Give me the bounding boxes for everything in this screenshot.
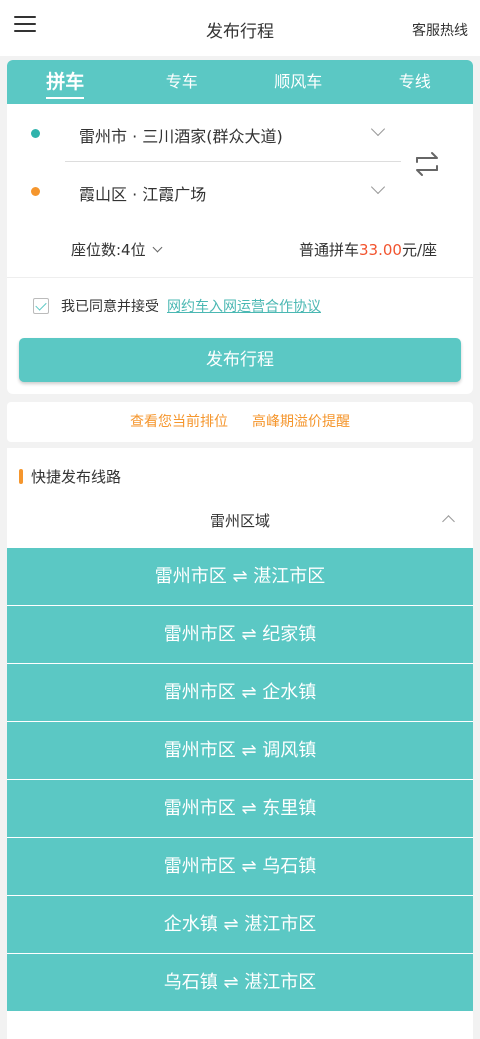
price-prefix: 普通拼车 [298,241,359,259]
top-header: 发布行程 客服热线 [0,0,480,56]
agreement-checkbox[interactable] [33,298,49,314]
tab-carpool[interactable]: 拼车 [7,60,124,104]
quick-route-item[interactable]: 雷州市区 ⇌ 调风镇 [7,722,473,780]
ride-type-tabs: 拼车 专车 顺风车 专线 [7,60,473,104]
quick-route-item[interactable]: 雷州市区 ⇌ 乌石镇 [7,838,473,896]
quick-route-item[interactable]: 雷州市区 ⇌ 企水镇 [7,664,473,722]
price-amount: 33.00 [358,241,402,259]
seat-count-selector[interactable]: 座位数:4位 [71,239,163,260]
tab-dedicated-line[interactable]: 专线 [357,60,474,104]
quick-route-item[interactable]: 企水镇 ⇌ 湛江市区 [7,896,473,954]
region-selector[interactable]: 雷州区域 [7,510,473,531]
heading-accent-bar [19,469,23,484]
quick-route-item[interactable]: 雷州市区 ⇌ 东里镇 [7,780,473,838]
quick-routes-list: 雷州市区 ⇌ 湛江市区 雷州市区 ⇌ 纪家镇 雷州市区 ⇌ 企水镇 雷州市区 ⇌… [7,548,473,1012]
quick-route-item[interactable]: 乌石镇 ⇌ 湛江市区 [7,954,473,1012]
current-rank-link[interactable]: 查看您当前排位 [130,414,228,430]
quick-route-item[interactable]: 雷州市区 ⇌ 湛江市区 [7,548,473,606]
peak-surcharge-link[interactable]: 高峰期溢价提醒 [252,414,350,430]
route-divider [65,161,401,162]
chevron-down-icon [152,242,163,253]
notice-bar: 查看您当前排位 高峰期溢价提醒 [7,402,473,442]
tab-hitchhike[interactable]: 顺风车 [240,60,357,104]
page-title: 发布行程 [206,22,274,42]
customer-hotline-link[interactable]: 客服热线 [412,20,468,40]
publish-trip-button[interactable]: 发布行程 [19,338,461,382]
tab-carpool-label: 拼车 [46,71,85,99]
seats-price-row: 座位数:4位 普通拼车33.00元/座 [7,220,473,278]
destination-dot-icon [31,187,40,196]
quick-routes-title: 快捷发布线路 [31,468,122,486]
destination-chevron-down-icon[interactable] [370,179,386,195]
agreement-link[interactable]: 网约车入网运营合作协议 [167,296,321,316]
price-info: 普通拼车33.00元/座 [299,239,437,260]
quick-route-item[interactable]: 雷州市区 ⇌ 纪家镇 [7,606,473,664]
swap-icon[interactable] [411,150,443,178]
origin-dot-icon [31,129,40,138]
agreement-row: 我已同意并接受 网约车入网运营合作协议 [33,296,321,316]
quick-routes-heading: 快捷发布线路 [19,466,121,487]
destination-location[interactable]: 霞山区 · 江霞广场 [79,181,206,205]
agreement-text: 我已同意并接受 [61,299,159,315]
publish-card: 拼车 专车 顺风车 专线 雷州市 · 三川酒家(群众大道) 霞山区 · 江霞广场… [7,60,473,394]
origin-location[interactable]: 雷州市 · 三川酒家(群众大道) [79,123,283,147]
price-suffix: 元/座 [401,241,437,259]
quick-routes-section: 快捷发布线路 雷州区域 雷州市区 ⇌ 湛江市区 雷州市区 ⇌ 纪家镇 雷州市区 … [7,448,473,1039]
tab-private-car[interactable]: 专车 [124,60,241,104]
seat-count-label: 座位数:4位 [71,241,146,259]
origin-chevron-down-icon[interactable] [370,121,386,137]
